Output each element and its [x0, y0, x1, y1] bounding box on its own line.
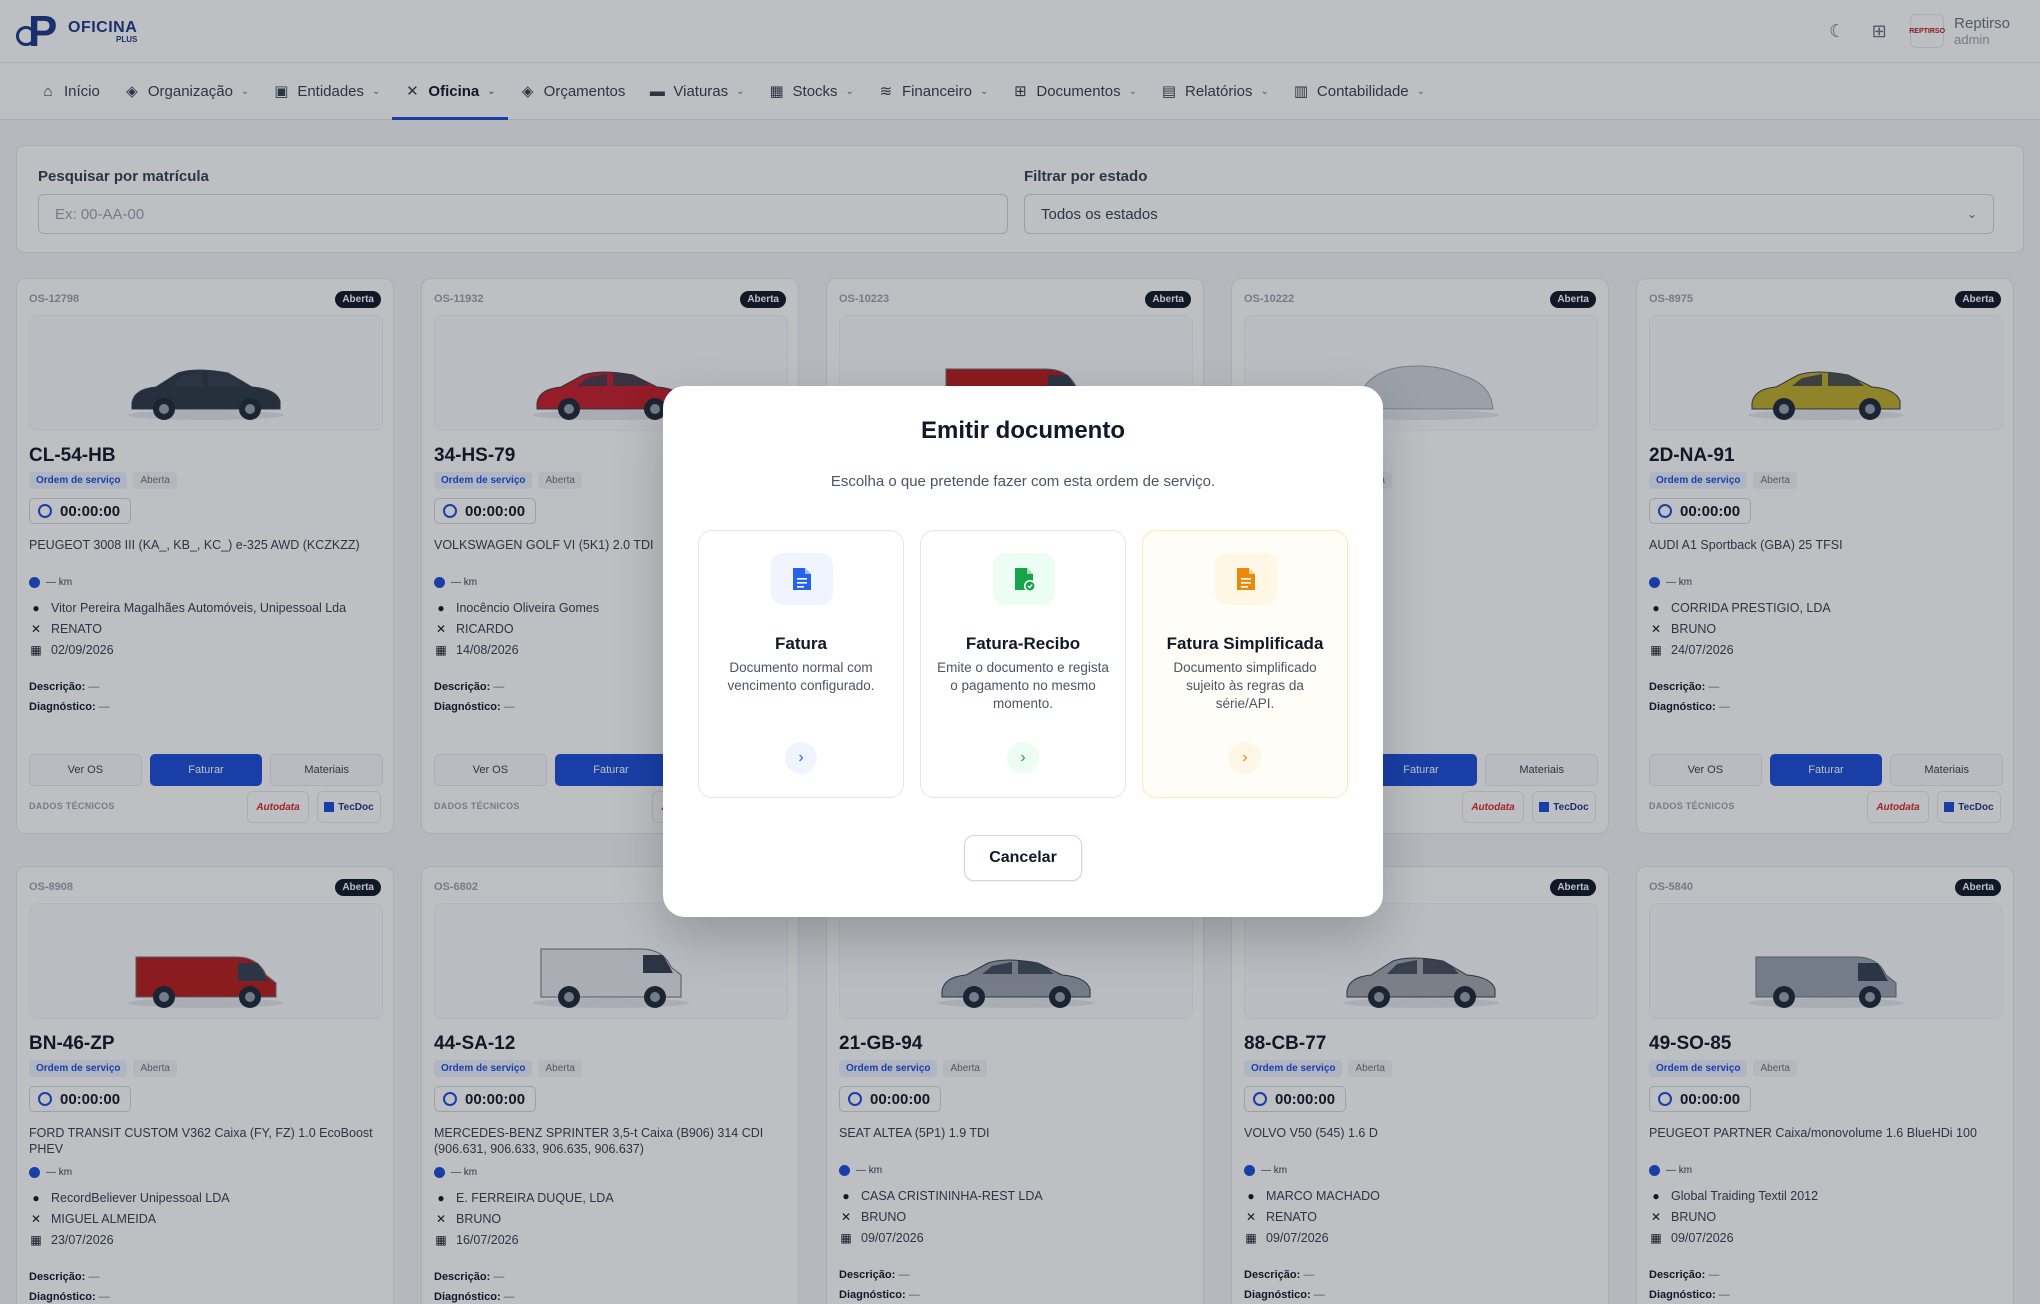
option-title: Fatura Simplificada [1166, 634, 1324, 653]
option-description: Emite o documento e regista o pagamento … [937, 660, 1109, 711]
option-fatura[interactable]: Fatura Documento normal com vencimento c… [698, 530, 904, 798]
document-icon [771, 553, 833, 605]
document-check-icon [993, 553, 1055, 605]
document-lines-icon [1215, 553, 1277, 605]
option-title: Fatura-Recibo [965, 634, 1081, 653]
option-fatura-recibo[interactable]: Fatura-Recibo Emite o documento e regist… [920, 530, 1126, 798]
modal-subtitle: Escolha o que pretende fazer com esta or… [830, 473, 1216, 490]
emit-document-modal: Emitir documento Escolha o que pretende … [663, 386, 1383, 917]
option-title: Fatura [775, 634, 827, 653]
option-description: Documento simplificado sujeito às regras… [1173, 660, 1317, 711]
chevron-right-icon[interactable]: › [1007, 742, 1039, 774]
cancel-button[interactable]: Cancelar [964, 835, 1082, 881]
modal-title: Emitir documento [920, 417, 1125, 444]
option-description: Documento normal com vencimento configur… [727, 660, 875, 693]
option-fatura-simplificada[interactable]: Fatura Simplificada Documento simplifica… [1142, 530, 1348, 798]
chevron-right-icon[interactable]: › [1229, 742, 1261, 774]
chevron-right-icon[interactable]: › [785, 742, 817, 774]
